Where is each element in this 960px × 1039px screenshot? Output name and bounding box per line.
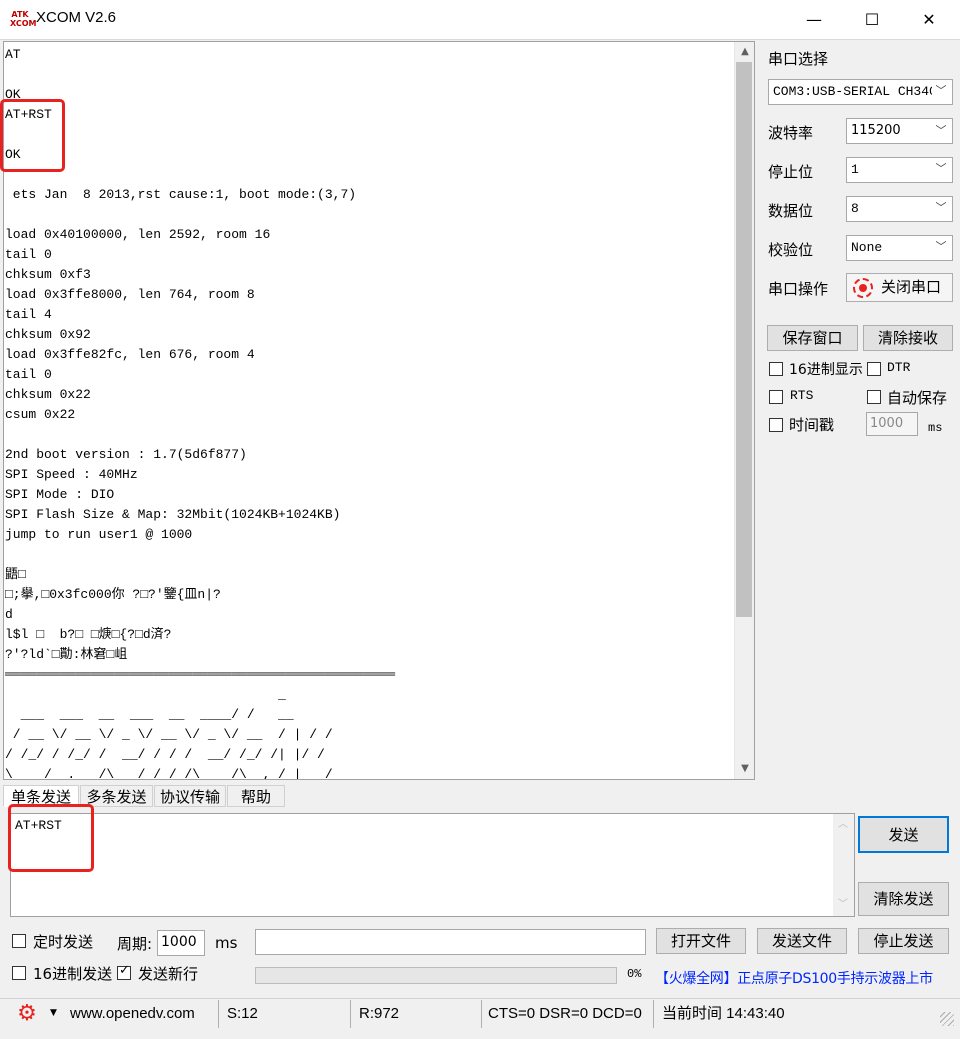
auto-save-checkbox[interactable] (867, 390, 881, 404)
scroll-down-icon[interactable]: ▼ (735, 760, 755, 778)
status-sent-count: S:12 (227, 1005, 258, 1022)
port-select-value: COM3:USB-SERIAL CH340 (773, 84, 937, 99)
parity-label: 校验位 (768, 241, 814, 259)
caret-down-icon[interactable]: ▼ (50, 1008, 57, 1018)
tab-help[interactable]: 帮助 (227, 785, 285, 807)
open-file-button[interactable]: 打开文件 (656, 928, 746, 954)
stop-bits-combo[interactable]: 1 ﹀ (846, 157, 953, 183)
close-port-button[interactable]: 关闭串口 (846, 273, 953, 302)
send-scrollbar[interactable]: ︿ ﹀ (833, 814, 854, 916)
timestamp-label: 时间戳 (789, 416, 835, 434)
chevron-down-icon: ﹀ (932, 236, 950, 260)
send-file-button[interactable]: 发送文件 (757, 928, 847, 954)
auto-save-label: 自动保存 (887, 389, 948, 407)
status-received-count: R:972 (359, 1005, 400, 1022)
rts-checkbox[interactable] (769, 390, 783, 404)
timestamp-input[interactable]: 1000 (866, 412, 918, 436)
stop-bits-label: 停止位 (768, 163, 814, 181)
period-input[interactable]: 1000 (157, 930, 205, 956)
chevron-down-icon: ﹀ (932, 158, 950, 182)
send-text-area[interactable]: AT+RST (10, 813, 855, 917)
highlight-box-send (8, 804, 94, 872)
stop-bits-value: 1 (851, 162, 859, 177)
maximize-button[interactable]: ☐ (843, 0, 901, 40)
resize-grip-icon[interactable] (940, 1012, 954, 1026)
status-divider (218, 1000, 219, 1028)
scroll-down-icon[interactable]: ﹀ (833, 896, 853, 914)
port-op-label: 串口操作 (768, 280, 829, 298)
status-url[interactable]: www.openedv.com (70, 1000, 195, 1028)
close-button[interactable]: ✕ (900, 0, 958, 40)
period-label: 周期: (117, 935, 153, 953)
timed-send-label: 定时发送 (33, 933, 94, 951)
status-divider (653, 1000, 654, 1028)
save-window-button[interactable]: 保存窗口 (767, 325, 858, 351)
title-bar: ATK XCOM XCOM V2.6 — ☐ ✕ (0, 0, 960, 40)
port-select-label: 串口选择 (768, 50, 829, 68)
send-newline-checkbox[interactable] (117, 963, 131, 980)
chevron-down-icon: ﹀ (932, 80, 950, 104)
clear-send-button[interactable]: 清除发送 (858, 882, 949, 916)
parity-value: None (851, 240, 883, 255)
window-title: XCOM V2.6 (36, 9, 117, 26)
minimize-button[interactable]: — (785, 0, 843, 40)
dtr-label: DTR (887, 360, 911, 375)
status-divider (481, 1000, 482, 1028)
status-current-time: 当前时间 14:43:40 (662, 1005, 785, 1022)
period-unit: ms (215, 934, 238, 952)
receive-scroll-thumb[interactable] (736, 62, 752, 617)
tab-protocol[interactable]: 协议传输 (154, 785, 226, 807)
highlight-box-receive (0, 99, 65, 172)
hex-display-checkbox[interactable] (769, 362, 783, 376)
parity-combo[interactable]: None ﹀ (846, 235, 953, 261)
scroll-up-icon[interactable]: ︿ (833, 816, 853, 834)
hex-send-checkbox[interactable] (12, 966, 26, 980)
hex-display-label: 16进制显示 (789, 362, 863, 378)
gear-icon[interactable]: ⚙ (15, 1002, 39, 1026)
chevron-down-icon: ﹀ (932, 197, 950, 221)
send-progress-percent: 0% (627, 967, 642, 981)
dtr-checkbox[interactable] (867, 362, 881, 376)
ad-link[interactable]: 【火爆全网】正点原子DS100手持示波器上市 (655, 968, 933, 988)
file-path-input[interactable] (255, 929, 646, 955)
timestamp-checkbox[interactable] (769, 418, 783, 432)
port-select-combo[interactable]: COM3:USB-SERIAL CH340 ﹀ (768, 79, 953, 105)
baud-value: 115200 (851, 123, 901, 138)
baud-combo[interactable]: 115200 ﹀ (846, 118, 953, 144)
send-newline-label: 发送新行 (138, 965, 199, 983)
receive-text-area[interactable]: AT OK AT+RST OK ets Jan 8 2013,rst cause… (3, 41, 755, 780)
timed-send-checkbox[interactable] (12, 934, 26, 948)
port-status-icon (853, 278, 873, 298)
xcom-logo-icon: ATK XCOM (10, 10, 37, 30)
send-progress-bar (255, 967, 617, 984)
hex-send-label: 16进制发送 (33, 965, 113, 983)
rts-label: RTS (790, 388, 814, 403)
baud-label: 波特率 (768, 124, 814, 142)
status-divider (350, 1000, 351, 1028)
stop-send-button[interactable]: 停止发送 (858, 928, 949, 954)
clear-receive-button[interactable]: 清除接收 (863, 325, 953, 351)
scroll-up-icon[interactable]: ▲ (735, 43, 755, 61)
close-port-label: 关闭串口 (881, 278, 942, 296)
data-bits-combo[interactable]: 8 ﹀ (846, 196, 953, 222)
data-bits-label: 数据位 (768, 202, 814, 220)
timestamp-unit: ms (928, 421, 943, 435)
chevron-down-icon: ﹀ (932, 119, 950, 143)
data-bits-value: 8 (851, 201, 859, 216)
send-button[interactable]: 发送 (858, 816, 949, 853)
status-line-states: CTS=0 DSR=0 DCD=0 (488, 1005, 642, 1022)
